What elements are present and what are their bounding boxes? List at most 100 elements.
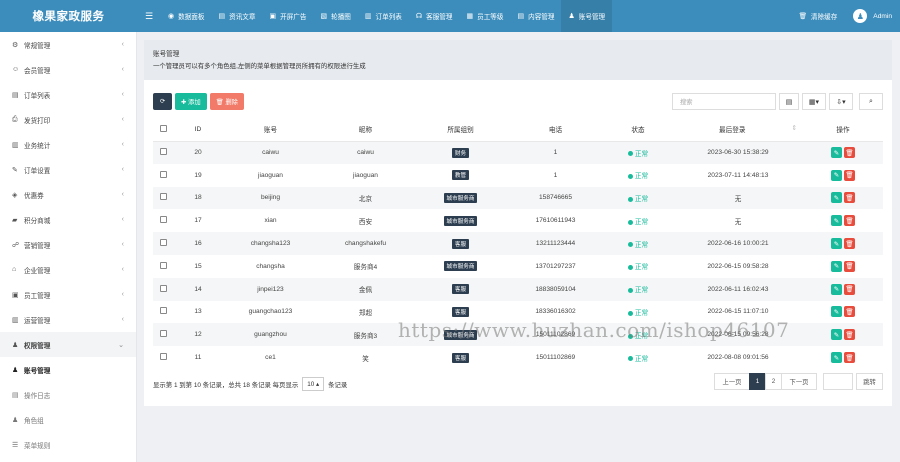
sidebar-item-4[interactable]: ▥ 业务统计 ‹ (0, 132, 136, 157)
topnav-item-5[interactable]: ☊ 客服管理 (409, 0, 460, 32)
sidebar-subitem-1[interactable]: ▤ 操作日志 (0, 382, 136, 407)
page-jump-button[interactable]: 跳转 (856, 373, 883, 390)
edit-icon[interactable]: ✎ (831, 352, 842, 364)
cell-status[interactable]: 正常 (603, 323, 673, 347)
table-row[interactable]: 12 guangzhou 服务商3 城市服务商 15011102869 正常 2022-06… (153, 323, 883, 347)
page-2-button[interactable]: 2 (765, 373, 782, 390)
topnav-item-2[interactable]: ▣ 开屏广告 (262, 0, 313, 32)
page-jump-input[interactable] (823, 373, 853, 390)
column-header-group[interactable]: 所属组别 (413, 118, 508, 142)
sidebar-item-2[interactable]: ▤ 订单列表 ‹ (0, 82, 136, 107)
search-icon[interactable]: ⌕ (859, 93, 883, 110)
cell-status[interactable]: 正常 (603, 346, 673, 369)
cell-status[interactable]: 正常 (603, 141, 673, 164)
next-page-button[interactable]: 下一页 (781, 373, 817, 390)
edit-icon[interactable]: ✎ (831, 260, 842, 272)
column-header-phone[interactable]: 电话 (508, 118, 603, 142)
row-checkbox[interactable] (153, 323, 173, 347)
cell-status[interactable]: 正常 (603, 255, 673, 278)
topnav-item-6[interactable]: ▦ 员工等级 (459, 0, 510, 32)
topnav-item-1[interactable]: ▤ 资讯文章 (211, 0, 262, 32)
row-checkbox[interactable] (153, 164, 173, 187)
delete-icon[interactable]: 🗑 (844, 283, 855, 295)
topnav-item-3[interactable]: ▧ 轮播图 (313, 0, 357, 32)
delete-icon[interactable]: 🗑 (844, 238, 855, 250)
row-checkbox[interactable] (153, 255, 173, 278)
cell-status[interactable]: 正常 (603, 232, 673, 255)
delete-icon[interactable]: 🗑 (844, 192, 855, 204)
sidebar-subitem-2[interactable]: ♟ 角色组 (0, 407, 136, 432)
cell-status[interactable]: 正常 (603, 209, 673, 232)
sidebar-subitem-3[interactable]: ☰ 菜单规则 (0, 432, 136, 457)
sidebar-item-9[interactable]: ⌂ 企业管理 ‹ (0, 257, 136, 282)
row-checkbox[interactable] (153, 141, 173, 164)
topnav-item-0[interactable]: ◉ 数据面板 (161, 0, 211, 32)
sidebar-item-3[interactable]: ⎙ 发货打印 ‹ (0, 107, 136, 132)
column-header-account[interactable]: 账号 (223, 118, 318, 142)
add-button[interactable]: ✚ 添加 (175, 93, 207, 110)
page-1-button[interactable]: 1 (749, 373, 766, 390)
sidebar-toggle-icon[interactable]: ☰ (137, 11, 161, 22)
delete-icon[interactable]: 🗑 (844, 306, 855, 318)
sidebar-item-5[interactable]: ✎ 订单设置 ‹ (0, 157, 136, 182)
row-checkbox[interactable] (153, 277, 173, 301)
user-menu[interactable]: ♟ Admin (845, 9, 900, 23)
row-checkbox[interactable] (153, 301, 173, 324)
prev-page-button[interactable]: 上一页 (714, 373, 750, 390)
toggle-view-icon[interactable]: ▤ (779, 93, 799, 110)
column-header-status[interactable]: 状态 (603, 118, 673, 142)
edit-icon[interactable]: ✎ (831, 192, 842, 204)
topnav-item-8[interactable]: ♟ 账号管理 (561, 0, 613, 32)
column-header-last-login[interactable]: 最后登录 ⇕ (673, 118, 803, 142)
refresh-button[interactable]: ⟳ (153, 93, 172, 110)
select-all-checkbox[interactable] (153, 118, 173, 142)
table-row[interactable]: 13 guangchao123 郑超 客服 18336016302 正常 2022-06-1… (153, 301, 883, 324)
table-row[interactable]: 20 caiwu caiwu 财务 1 正常 2023-06-30 15:38:29 ✎ 🗑 (153, 141, 883, 164)
sidebar-item-8[interactable]: ☍ 营销管理 ‹ (0, 232, 136, 257)
sidebar-item-1[interactable]: ☺ 会员管理 ‹ (0, 57, 136, 82)
delete-button[interactable]: 🗑 删除 (209, 93, 244, 110)
topnav-item-4[interactable]: ▥ 订单列表 (358, 0, 409, 32)
column-header-nickname[interactable]: 昵称 (318, 118, 413, 142)
clear-cache-button[interactable]: 🗑 清除缓存 (791, 11, 846, 21)
delete-icon[interactable]: 🗑 (844, 329, 855, 341)
table-row[interactable]: 15 changsha 服务商4 城市服务商 13701297237 正常 2022-06-… (153, 255, 883, 278)
edit-icon[interactable]: ✎ (831, 283, 842, 295)
edit-icon[interactable]: ✎ (831, 215, 842, 227)
sidebar-subitem-0[interactable]: ♟ 账号管理 (0, 357, 136, 382)
table-row[interactable]: 16 changsha123 changshakefu 客服 13211123444 正常… (153, 232, 883, 255)
edit-icon[interactable]: ✎ (831, 329, 842, 341)
page-size-select[interactable]: 10 ▴ (302, 377, 325, 391)
row-checkbox[interactable] (153, 346, 173, 369)
sidebar-item-7[interactable]: ▰ 积分商城 ‹ (0, 207, 136, 232)
delete-icon[interactable]: 🗑 (844, 260, 855, 272)
table-row[interactable]: 17 xian 西安 城市服务商 17610611943 正常 无 ✎ 🗑 (153, 209, 883, 232)
delete-icon[interactable]: 🗑 (844, 215, 855, 227)
cell-status[interactable]: 正常 (603, 164, 673, 187)
app-logo[interactable]: 橡果家政服务 (0, 0, 137, 32)
cell-status[interactable]: 正常 (603, 301, 673, 324)
sidebar-item-0[interactable]: ⚙ 常规管理 ‹ (0, 32, 136, 57)
edit-icon[interactable]: ✎ (831, 238, 842, 250)
edit-icon[interactable]: ✎ (831, 147, 842, 159)
cell-status[interactable]: 正常 (603, 277, 673, 301)
topnav-item-7[interactable]: ▤ 内容管理 (510, 0, 561, 32)
row-checkbox[interactable] (153, 232, 173, 255)
columns-icon[interactable]: ▦▾ (802, 93, 826, 110)
edit-icon[interactable]: ✎ (831, 169, 842, 181)
column-header-id[interactable]: ID (173, 118, 223, 142)
edit-icon[interactable]: ✎ (831, 306, 842, 318)
row-checkbox[interactable] (153, 209, 173, 232)
sidebar-item-11[interactable]: ▥ 运营管理 ‹ (0, 307, 136, 332)
search-input[interactable]: 搜索 (672, 93, 776, 110)
table-row[interactable]: 19 jiaoguan jiaoguan 教管 1 正常 2023-07-11 14:48:… (153, 164, 883, 187)
delete-icon[interactable]: 🗑 (844, 352, 855, 364)
delete-icon[interactable]: 🗑 (844, 147, 855, 159)
row-checkbox[interactable] (153, 186, 173, 210)
export-icon[interactable]: ⇩▾ (829, 93, 853, 110)
sidebar-item-6[interactable]: ◈ 优惠券 ‹ (0, 182, 136, 207)
sidebar-item-10[interactable]: ▣ 员工管理 ‹ (0, 282, 136, 307)
table-row[interactable]: 18 beijing 北京 城市服务商 158746665 正常无 ✎ 🗑 (153, 186, 883, 210)
table-row[interactable]: 14 jinpei123 金佩 客服 18838059104 正常 2022-06-11 1… (153, 277, 883, 301)
cell-status[interactable]: 正常 (603, 186, 673, 210)
